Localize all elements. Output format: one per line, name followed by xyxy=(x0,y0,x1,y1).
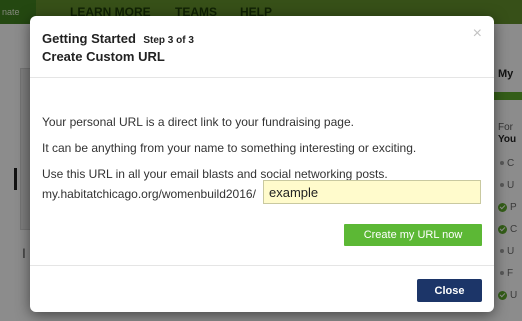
step-indicator: Step 3 of 3 xyxy=(143,35,194,46)
dialog-subtitle: Create Custom URL xyxy=(42,49,165,64)
dialog-header: Getting Started Step 3 of 3 Create Custo… xyxy=(30,16,494,78)
close-button[interactable]: Close xyxy=(417,279,482,302)
custom-url-input[interactable] xyxy=(263,180,481,204)
dialog-body: Your personal URL is a direct link to yo… xyxy=(30,78,494,266)
dialog-title-row: Getting Started Step 3 of 3 xyxy=(42,30,194,48)
dialog-footer: Close xyxy=(30,265,494,312)
url-prefix-label: my.habitatchicago.org/womenbuild2016/ xyxy=(42,187,256,201)
close-icon[interactable]: × xyxy=(473,26,482,42)
description-line-2: It can be anything from your name to som… xyxy=(42,141,417,155)
custom-url-dialog: Getting Started Step 3 of 3 Create Custo… xyxy=(30,16,494,312)
create-url-button[interactable]: Create my URL now xyxy=(344,224,482,246)
dialog-title: Getting Started xyxy=(42,31,136,46)
description-line-1: Your personal URL is a direct link to yo… xyxy=(42,115,354,129)
description-line-3: Use this URL in all your email blasts an… xyxy=(42,167,388,181)
